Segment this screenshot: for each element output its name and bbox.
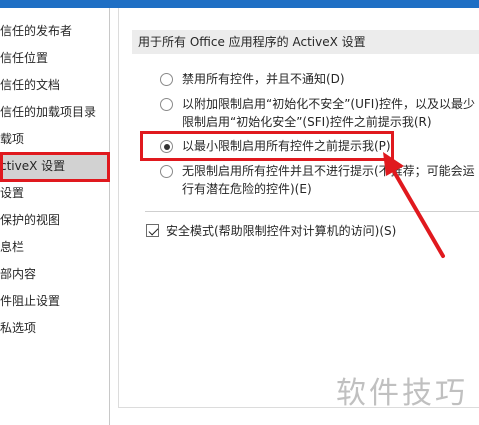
radio-button[interactable] (160, 165, 173, 178)
option-label: 以附加限制启用“初始化不安全”(UFI)控件，以及以最少 限制启用“初始化安全”… (182, 95, 475, 131)
option-label-line-1: 以附加限制启用“初始化不安全”(UFI)控件，以及以最少 (182, 97, 476, 111)
safe-mode-option[interactable]: 安全模式(帮助限制控件对计算机的访问)(S) (146, 222, 396, 239)
sidebar-item-protected-view[interactable]: 受保护的视图 (0, 207, 109, 233)
sidebar-item-macro-settings[interactable]: 宏设置 (0, 180, 109, 206)
option-label-line-2: 行有潜在危险的控件)(E) (182, 182, 312, 196)
option-label: 禁用所有控件，并且不通知(D) (182, 72, 345, 86)
trust-center-sidebar: 受信任的发布者 受信任位置 受信任的文档 受信任的加载项目录 加载项 Activ… (0, 8, 110, 425)
option-label-line-2: 限制启用“初始化安全”(SFI)控件之前提示我(R) (182, 115, 432, 129)
sidebar-item-privacy-options[interactable]: 隐私选项 (0, 315, 109, 341)
sidebar-item-trusted-addin-catalogs[interactable]: 受信任的加载项目录 (0, 99, 109, 125)
sidebar-item-external-content[interactable]: 外部内容 (0, 261, 109, 287)
annotation-box-option (140, 131, 394, 161)
title-bar (0, 0, 479, 8)
settings-content-panel (118, 8, 479, 408)
divider (145, 211, 479, 212)
option-enable-all[interactable]: 无限制启用所有控件并且不进行提示(不推荐；可能会运 行有潜在危险的控件)(E) (160, 162, 479, 198)
sidebar-item-trusted-documents[interactable]: 受信任的文档 (0, 72, 109, 98)
watermark: 软件技巧 (336, 376, 468, 411)
option-label: 无限制启用所有控件并且不进行提示(不推荐；可能会运 行有潜在危险的控件)(E) (182, 162, 475, 198)
sidebar-item-file-block-settings[interactable]: 文件阻止设置 (0, 288, 109, 314)
sidebar-item-trusted-locations[interactable]: 受信任位置 (0, 45, 109, 71)
sidebar-item-message-bar[interactable]: 消息栏 (0, 234, 109, 260)
annotation-box-sidebar (0, 152, 110, 182)
sidebar-item-addins[interactable]: 加载项 (0, 126, 109, 152)
option-prompt-ufi-sfi[interactable]: 以附加限制启用“初始化不安全”(UFI)控件，以及以最少 限制启用“初始化安全”… (160, 95, 479, 131)
radio-button[interactable] (160, 98, 173, 111)
option-label-line-1: 无限制启用所有控件并且不进行提示(不推荐；可能会运 (182, 164, 475, 178)
option-disable-all[interactable]: 禁用所有控件，并且不通知(D) (160, 70, 479, 88)
radio-button[interactable] (160, 73, 173, 86)
safe-mode-label: 安全模式(帮助限制控件对计算机的访问)(S) (166, 224, 397, 238)
safe-mode-checkbox[interactable] (146, 224, 159, 237)
sidebar-item-trusted-publishers[interactable]: 受信任的发布者 (0, 18, 109, 44)
section-header: 用于所有 Office 应用程序的 ActiveX 设置 (132, 30, 479, 54)
